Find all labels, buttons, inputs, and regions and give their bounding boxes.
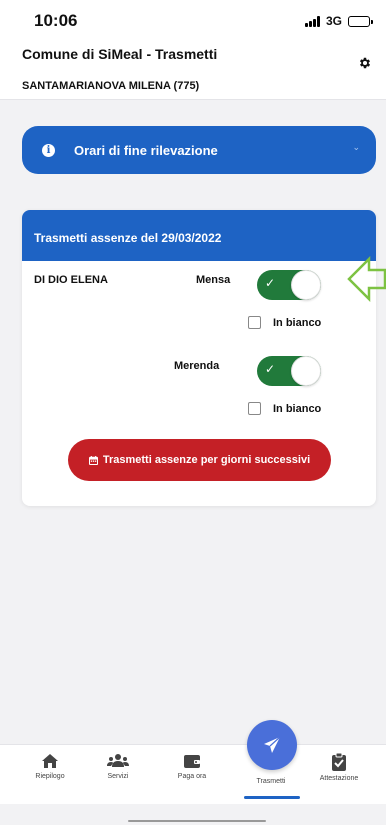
checkbox-label: In bianco <box>273 316 322 329</box>
status-time: 10:06 <box>34 11 78 30</box>
home-icon <box>42 754 58 768</box>
battery-icon <box>348 15 373 27</box>
send-absences-button[interactable]: Trasmetti assenze per giorni successivi <box>68 439 331 481</box>
pupil-name: DI DIO ELENA <box>34 274 108 286</box>
meal-label-merenda: Merenda <box>174 360 220 372</box>
tab-bar: Riepilogo Servizi Paga ora Trasmetti Att… <box>0 744 386 804</box>
app-header: Comune di SiMeal - Trasmetti SANTAMARIAN… <box>0 40 386 100</box>
tab-label: Servizi <box>107 773 129 780</box>
info-icon: i <box>42 143 55 157</box>
tab-label: Attestazione <box>319 775 359 782</box>
check-icon: ✓ <box>265 362 276 376</box>
checkbox-in-bianco-mensa[interactable] <box>248 316 261 329</box>
toggle-knob <box>291 356 321 386</box>
card-title: Trasmetti assenze del 29/03/2022 <box>22 210 376 261</box>
tab-attestazione[interactable]: Attestazione <box>304 753 374 782</box>
arrow-left-icon <box>347 256 386 302</box>
absence-card: Trasmetti assenze del 29/03/2022 DI DIO … <box>22 210 376 506</box>
send-button-label: Trasmetti assenze per giorni successivi <box>102 454 311 466</box>
status-bar: 10:06 3G <box>0 0 386 40</box>
tab-label: Riepilogo <box>35 773 65 780</box>
page-title: Comune di SiMeal - Trasmetti <box>22 46 218 62</box>
tab-servizi[interactable]: Servizi <box>83 753 153 780</box>
toggle-knob <box>291 270 321 300</box>
tab-label: Paga ora <box>177 773 207 780</box>
status-indicators: 3G <box>304 14 373 28</box>
signal-icon <box>304 15 320 27</box>
info-banner-label: Orari di fine rilevazione <box>74 142 218 158</box>
blank-row-merenda: In bianco <box>248 402 321 415</box>
network-type: 3G <box>325 14 342 28</box>
chevron-down-icon: ⌄ <box>352 142 360 152</box>
tab-riepilogo[interactable]: Riepilogo <box>15 753 85 780</box>
active-tab-indicator <box>244 796 300 799</box>
toggle-mensa[interactable]: ✓ <box>257 270 321 300</box>
calendar-icon <box>88 455 98 465</box>
checkbox-label: In bianco <box>273 402 322 415</box>
toggle-merenda[interactable]: ✓ <box>257 356 321 386</box>
tab-label-trasmetti[interactable]: Trasmetti <box>236 778 306 785</box>
blank-row-mensa: In bianco <box>248 316 321 329</box>
meal-label-mensa: Mensa <box>196 274 231 286</box>
users-icon <box>107 754 129 767</box>
clipboard-check-icon <box>332 753 346 771</box>
check-icon: ✓ <box>265 276 276 290</box>
checkbox-in-bianco-merenda[interactable] <box>248 402 261 415</box>
tab-trasmetti-fab[interactable] <box>247 720 297 770</box>
paper-plane-icon <box>264 736 281 753</box>
info-banner[interactable]: i Orari di fine rilevazione ⌄ <box>22 126 376 174</box>
gear-icon[interactable] <box>358 56 372 70</box>
tab-paga-ora[interactable]: Paga ora <box>157 753 227 780</box>
user-name: SANTAMARIANOVA MILENA (775) <box>22 80 200 92</box>
home-indicator <box>128 820 266 822</box>
wallet-icon <box>184 755 200 768</box>
